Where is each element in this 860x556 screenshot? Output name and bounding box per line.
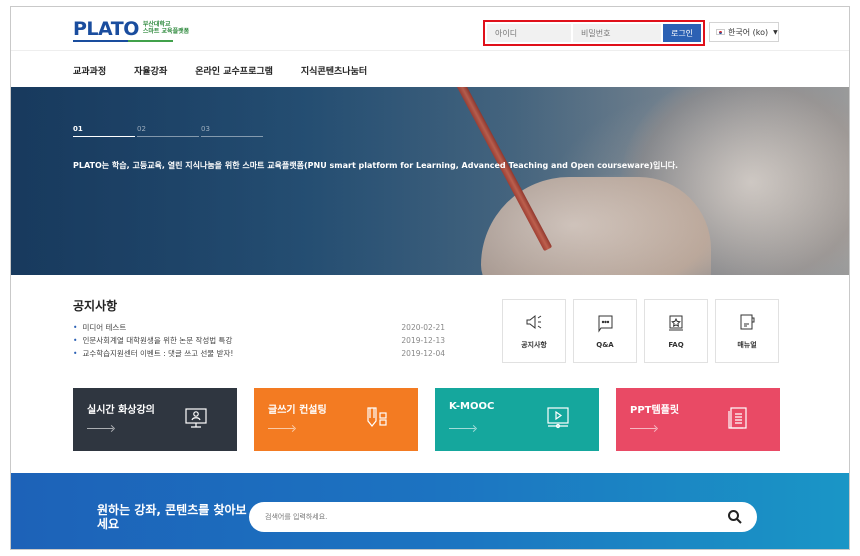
manual-icon: [740, 314, 755, 330]
search-icon[interactable]: [727, 509, 743, 525]
card-title: PPT템플릿: [630, 405, 680, 416]
hero-banner: 01 02 03 PLATO는 학습, 고등교육, 열린 지식나눔을 위한 스마…: [11, 87, 849, 275]
slide-tab-2[interactable]: 02: [137, 125, 199, 137]
document-list-icon: [728, 407, 747, 429]
arrow-right-icon: [630, 428, 656, 429]
slide-tab-1[interactable]: 01: [73, 125, 135, 137]
korea-flag-icon: [716, 29, 725, 35]
login-button[interactable]: 로그인: [663, 24, 701, 42]
logo-text: PLATO: [73, 18, 139, 40]
quick-link-label: 매뉴얼: [737, 341, 757, 349]
card-title: 실시간 화상강의: [87, 405, 155, 416]
video-lecture-icon: [185, 408, 207, 428]
quick-link-faq[interactable]: FAQ: [644, 299, 708, 363]
chat-bubble-icon: [598, 315, 613, 333]
notice-list: 미디어 테스트 2020-02-21 인문사회계열 대학원생을 위한 논문 작성…: [73, 321, 445, 360]
search-title: 원하는 강좌, 콘텐츠를 찾아보세요: [97, 503, 247, 531]
hero-overlay: [11, 87, 849, 275]
arrow-right-icon: [87, 428, 113, 429]
quick-link-label: 공지사항: [521, 341, 547, 349]
slide-tab-3[interactable]: 03: [201, 125, 263, 137]
notice-title[interactable]: 공지사항: [73, 297, 117, 314]
login-form: 로그인: [483, 20, 705, 46]
star-board-icon: [669, 315, 683, 331]
card-title: 글쓰기 컨설팅: [268, 405, 327, 416]
nav-item-curriculum[interactable]: 교과과정: [73, 64, 106, 77]
card-writing-consulting[interactable]: 글쓰기 컨설팅: [254, 388, 418, 451]
slide-indicator: 01 02 03: [73, 125, 265, 137]
card-title: K-MOOC: [449, 401, 495, 412]
quick-link-manual[interactable]: 매뉴얼: [715, 299, 779, 363]
nav-item-knowledge-sharing[interactable]: 지식콘텐츠나눔터: [301, 64, 367, 77]
logo-underline: [73, 40, 173, 42]
card-ppt-template[interactable]: PPT템플릿: [616, 388, 780, 451]
notice-item-date: 2020-02-21: [401, 323, 445, 332]
id-input[interactable]: [487, 24, 571, 42]
notice-item-title: 인문사회계열 대학원생을 위한 논문 작성법 특강: [73, 335, 232, 346]
password-input[interactable]: [573, 24, 661, 42]
caret-down-icon: ▼: [773, 28, 778, 36]
list-item[interactable]: 인문사회계열 대학원생을 위한 논문 작성법 특강 2019-12-13: [73, 334, 445, 347]
language-label: 한국어 (ko): [728, 27, 769, 37]
main-nav: 교과과정 자율강좌 온라인 교수프로그램 지식콘텐츠나눔터: [11, 52, 849, 88]
browser-page: PLATO 부산대학교 스마트 교육플랫폼 로그인 한국어 (ko) ▼ 교과과…: [10, 6, 850, 550]
nav-item-self-course[interactable]: 자율강좌: [134, 64, 167, 77]
arrow-right-icon: [268, 428, 294, 429]
arrow-right-icon: [449, 428, 475, 429]
logo-sub-line2: 스마트 교육플랫폼: [142, 28, 190, 35]
notice-item-title: 교수학습지원센터 이벤트 : 댓글 쓰고 선물 받자!: [73, 348, 233, 359]
quick-link-qna[interactable]: Q&A: [573, 299, 637, 363]
quick-link-label: Q&A: [596, 341, 614, 349]
list-item[interactable]: 교수학습지원센터 이벤트 : 댓글 쓰고 선물 받자! 2019-12-04: [73, 347, 445, 360]
quick-link-notice[interactable]: 공지사항: [502, 299, 566, 363]
megaphone-icon: [526, 314, 542, 330]
hero-description: PLATO는 학습, 고등교육, 열린 지식나눔을 위한 스마트 교육플랫폼(P…: [73, 161, 679, 170]
quick-link-label: FAQ: [668, 341, 684, 349]
language-select[interactable]: 한국어 (ko) ▼: [709, 22, 779, 42]
notice-item-title: 미디어 테스트: [73, 322, 126, 333]
list-item[interactable]: 미디어 테스트 2020-02-21: [73, 321, 445, 334]
logo-subtitle: 부산대학교 스마트 교육플랫폼: [143, 21, 189, 35]
site-header: PLATO 부산대학교 스마트 교육플랫폼 로그인 한국어 (ko) ▼: [11, 7, 849, 51]
logo-sub-line1: 부산대학교: [142, 21, 171, 28]
writing-icon: [367, 407, 387, 427]
search-input[interactable]: [249, 502, 757, 532]
notice-item-date: 2019-12-13: [401, 336, 445, 345]
search-section: 원하는 강좌, 콘텐츠를 찾아보세요: [11, 473, 849, 549]
card-kmooc[interactable]: K-MOOC: [435, 388, 599, 451]
nav-item-online-program[interactable]: 온라인 교수프로그램: [195, 64, 273, 77]
plato-logo[interactable]: PLATO 부산대학교 스마트 교육플랫폼: [73, 19, 189, 39]
card-live-lecture[interactable]: 실시간 화상강의: [73, 388, 237, 451]
play-screen-icon: [547, 407, 569, 429]
notice-item-date: 2019-12-04: [401, 349, 445, 358]
